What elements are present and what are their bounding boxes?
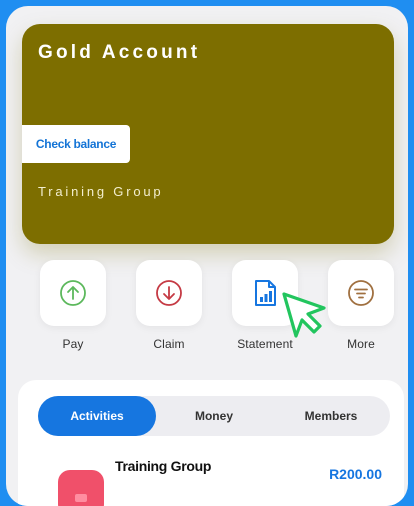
tab-members[interactable]: Members bbox=[272, 396, 390, 436]
claim-button[interactable] bbox=[136, 260, 202, 326]
pay-label: Pay bbox=[62, 337, 84, 351]
arrow-up-circle-icon bbox=[60, 280, 86, 306]
filter-circle-icon bbox=[348, 280, 374, 306]
more-button[interactable] bbox=[328, 260, 394, 326]
account-card: Gold Account Check balance Training Grou… bbox=[22, 24, 394, 244]
check-balance-button[interactable]: Check balance bbox=[22, 125, 130, 163]
action-pay[interactable]: Pay bbox=[40, 260, 106, 351]
activity-name[interactable]: Training Group bbox=[115, 458, 211, 474]
tab-money[interactable]: Money bbox=[156, 396, 272, 436]
activity-icon-glyph bbox=[75, 494, 87, 502]
tab-activities[interactable]: Activities bbox=[38, 396, 156, 436]
claim-label: Claim bbox=[153, 337, 185, 351]
activity-panel: Activities Money Members Training Group … bbox=[18, 380, 404, 506]
pay-button[interactable] bbox=[40, 260, 106, 326]
account-group-name: Training Group bbox=[38, 184, 164, 199]
activity-icon bbox=[58, 470, 104, 506]
document-chart-icon bbox=[255, 280, 276, 306]
pointer-cursor-icon bbox=[282, 292, 326, 338]
app-screen: Gold Account Check balance Training Grou… bbox=[6, 6, 408, 506]
activity-amount: R200.00 bbox=[329, 466, 382, 482]
arrow-down-circle-icon bbox=[156, 280, 182, 306]
account-title: Gold Account bbox=[38, 42, 201, 63]
action-claim[interactable]: Claim bbox=[136, 260, 202, 351]
action-more[interactable]: More bbox=[328, 260, 394, 351]
tab-bar: Activities Money Members bbox=[38, 396, 390, 436]
